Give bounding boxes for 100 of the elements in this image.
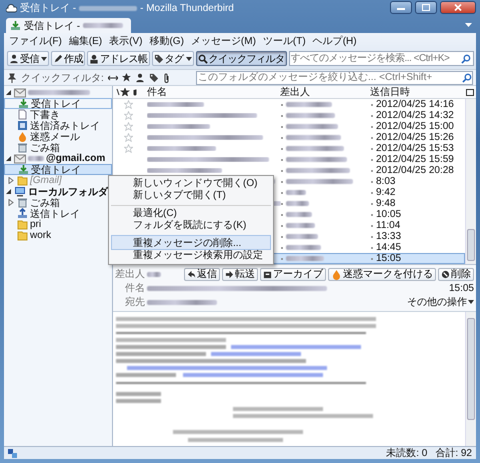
folder-item[interactable]: 受信トレイ <box>4 98 112 109</box>
cloud-icon <box>6 4 17 12</box>
toolbar-button[interactable]: アドレス帳 <box>87 51 150 66</box>
toolbar-button[interactable]: クイックフィルタ <box>196 51 286 66</box>
message-row[interactable]: 2012/04/25 15:00 <box>113 121 465 132</box>
trash-icon <box>17 142 28 153</box>
date-cell: 15:05 <box>376 253 402 264</box>
star-icon[interactable] <box>124 144 133 153</box>
folder-item[interactable]: 送信済みトレイ <box>4 120 112 131</box>
person-icon[interactable] <box>134 72 145 82</box>
star-icon[interactable] <box>124 133 133 142</box>
column-picker-icon[interactable] <box>464 88 476 96</box>
redacted-text <box>286 212 312 217</box>
star-icon[interactable] <box>122 73 131 82</box>
redacted-text <box>286 168 350 173</box>
dropdown-button[interactable]: 受信 <box>7 51 49 66</box>
search-icon <box>198 54 208 64</box>
delete-icon <box>441 270 450 278</box>
field-label: 差出人 <box>115 268 145 281</box>
tag-icon[interactable] <box>148 72 159 82</box>
star-icon[interactable] <box>124 122 133 131</box>
reply-icon <box>187 270 196 278</box>
star-icon[interactable] <box>124 111 133 120</box>
account-item[interactable]: @gmail.com <box>4 153 112 164</box>
page-icon <box>17 109 28 120</box>
redacted-text <box>286 245 321 250</box>
search-field[interactable]: すべてのメッセージを検索... <Ctrl+K> <box>288 51 474 66</box>
close-button[interactable] <box>440 0 476 14</box>
message-row[interactable]: 2012/04/25 15:59 <box>113 154 465 165</box>
paperclip-icon[interactable] <box>162 72 171 82</box>
toolbar-button[interactable]: 作成 <box>51 51 85 66</box>
expander-icon[interactable] <box>5 188 12 195</box>
folder-icon <box>17 219 28 230</box>
message-row[interactable]: 2012/04/25 14:16 <box>113 99 465 110</box>
delete-button[interactable]: 削除 <box>438 268 474 280</box>
date-cell: 10:05 <box>376 209 402 220</box>
expander-icon[interactable] <box>5 89 12 96</box>
minimize-button[interactable] <box>390 0 412 14</box>
menu-item[interactable]: 表示(V) <box>109 34 142 48</box>
archive-button[interactable]: アーカイブ <box>260 268 326 280</box>
menu-item[interactable]: メッセージ(M) <box>190 34 256 48</box>
envelope-icon <box>14 88 26 98</box>
expander-icon[interactable] <box>5 155 12 162</box>
quick-filter-label: クイックフィルタ: <box>21 72 104 84</box>
folder-item[interactable]: 受信トレイ <box>4 164 112 175</box>
context-menu-item[interactable]: 新しいタブで開く(T) <box>111 190 271 202</box>
folder-item[interactable]: 送信トレイ <box>4 208 112 219</box>
folder-item[interactable]: 下書き <box>4 109 112 120</box>
menu-item[interactable]: 編集(E) <box>68 34 102 48</box>
context-menu-item[interactable]: 最適化(C) <box>111 205 271 220</box>
account-item[interactable]: ローカルフォルダ <box>4 186 112 197</box>
menu-item[interactable]: ヘルプ(H) <box>312 34 357 48</box>
inbox-tab[interactable]: 受信トレイ - <box>6 18 132 33</box>
upload-tray-icon <box>17 208 28 219</box>
activity-icon <box>8 448 17 458</box>
reply-button[interactable]: 返信 <box>184 268 220 280</box>
column-header[interactable]: 差出人 <box>280 85 370 99</box>
menu-item[interactable]: 移動(G) <box>149 34 184 48</box>
computer-icon <box>14 186 26 197</box>
pin-icon[interactable] <box>7 72 17 82</box>
star-icon[interactable] <box>124 100 133 109</box>
maximize-button[interactable] <box>415 0 437 14</box>
message-row[interactable]: 2012/04/25 14:32 <box>113 110 465 121</box>
redacted-text <box>286 190 306 195</box>
redacted-text <box>286 256 324 261</box>
menu-item[interactable]: ファイル(F) <box>9 34 62 48</box>
context-menu-item[interactable]: 新しいウィンドウで開く(O) <box>111 178 271 190</box>
folder-item[interactable]: pri <box>4 219 112 230</box>
context-menu-item[interactable]: 重複メッセージ検索用の設定 <box>111 250 271 262</box>
sent-tray-icon <box>17 120 28 131</box>
redacted-text <box>286 201 309 206</box>
double-arrow-icon[interactable] <box>108 74 118 82</box>
message-row[interactable]: 2012/04/25 15:26 <box>113 132 465 143</box>
forward-button[interactable]: 転送 <box>222 268 258 280</box>
date-cell: 2012/04/25 15:53 <box>376 143 454 154</box>
folder-item[interactable]: ごみ箱 <box>4 197 112 208</box>
window-title: - Mozilla Thunderbird <box>140 2 234 14</box>
caret-icon <box>186 56 192 60</box>
trash-icon <box>17 197 28 208</box>
more-actions-menu[interactable]: その他の操作 <box>407 295 474 309</box>
message-row[interactable]: 2012/04/25 15:53 <box>113 143 465 154</box>
redacted-text <box>147 300 217 304</box>
junk-button[interactable]: 迷惑マークを付ける <box>328 268 436 280</box>
folder-item[interactable]: ごみ箱 <box>4 142 112 153</box>
maximize-icon <box>422 4 430 10</box>
menu-item[interactable]: ツール(T) <box>262 34 306 48</box>
scrollbar[interactable] <box>465 99 476 264</box>
folder-item[interactable]: work <box>4 230 112 241</box>
close-icon <box>454 4 462 10</box>
context-menu-item[interactable]: 重複メッセージの削除... <box>111 235 271 250</box>
column-header[interactable]: 件名 <box>147 85 280 99</box>
scrollbar[interactable] <box>465 312 476 446</box>
date-cell: 8:03 <box>376 176 396 187</box>
context-menu-item[interactable]: フォルダを既読にする(K) <box>111 220 271 232</box>
dropdown-button[interactable]: タグ <box>152 51 194 66</box>
column-header[interactable]: 送信日時 <box>370 85 464 99</box>
folder-item[interactable]: 迷惑メール <box>4 131 112 142</box>
archive-box-icon <box>263 270 272 278</box>
message-row[interactable]: 2012/04/25 20:28 <box>113 165 465 176</box>
tag-icon <box>154 54 164 64</box>
